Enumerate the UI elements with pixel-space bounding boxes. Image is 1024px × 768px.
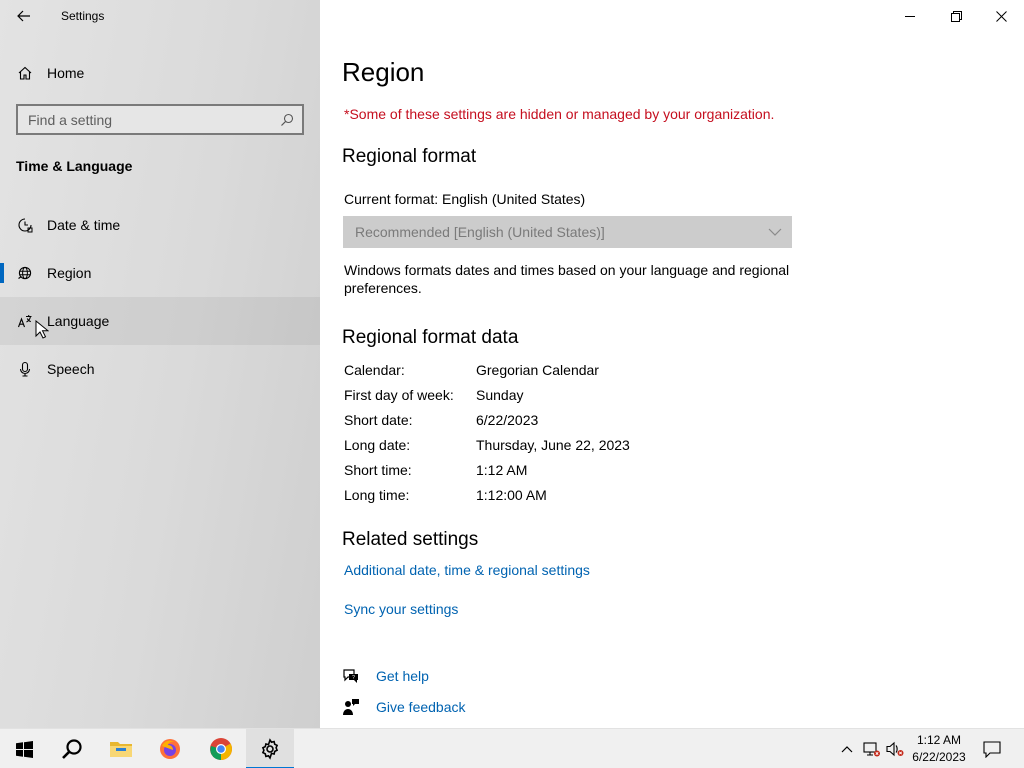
format-data-key: Long time: (344, 487, 410, 503)
regional-format-heading: Regional format (342, 146, 477, 167)
sidebar-item-label: Region (47, 265, 92, 281)
give-feedback-link[interactable]: Give feedback (342, 697, 542, 719)
home-icon (18, 66, 32, 80)
start-button[interactable] (0, 729, 48, 768)
format-data-row: Short time: 1:12 AM (344, 462, 744, 482)
help-chat-icon: ? (343, 669, 358, 683)
format-data-key: Short date: (344, 412, 413, 428)
format-data-value: Thursday, June 22, 2023 (476, 437, 630, 453)
taskbar-clock[interactable]: 1:12 AM 6/22/2023 (904, 732, 974, 766)
windows-start-icon (15, 740, 33, 758)
format-data-row: Calendar: Gregorian Calendar (344, 362, 744, 382)
get-help-link[interactable]: ? Get help (342, 666, 542, 688)
selected-indicator (0, 263, 4, 283)
sidebar-home[interactable]: Home (0, 56, 320, 90)
current-format-text: Current format: English (United States) (344, 191, 586, 207)
svg-text:?: ? (352, 675, 355, 681)
format-data-value: 1:12:00 AM (476, 487, 547, 503)
file-explorer-icon (110, 742, 132, 757)
sidebar-item-speech[interactable]: Speech (0, 345, 320, 393)
sidebar-item-date-time[interactable]: Date & time (0, 201, 320, 249)
chevron-up-icon (841, 746, 853, 753)
sidebar-item-region[interactable]: Region (0, 249, 320, 297)
taskbar-file-explorer[interactable] (97, 729, 145, 768)
format-data-key: Long date: (344, 437, 411, 453)
show-hidden-icons-button[interactable] (838, 729, 856, 768)
sidebar-home-label: Home (47, 65, 85, 81)
sidebar-section-title: Time & Language (16, 158, 133, 174)
clock-time: 1:12 AM (916, 733, 962, 747)
search-icon (62, 739, 82, 759)
regional-format-dropdown[interactable]: Recommended [English (United States)] (343, 216, 792, 248)
format-data-value: Sunday (476, 387, 524, 403)
network-button[interactable] (860, 729, 882, 768)
network-icon (863, 742, 880, 757)
language-icon (17, 315, 32, 328)
dropdown-value: Recommended [English (United States)] (355, 224, 605, 240)
related-settings-heading: Related settings (342, 529, 479, 550)
regional-format-data-heading: Regional format data (342, 327, 519, 348)
mouse-cursor-icon (35, 320, 49, 339)
get-help-label: Get help (376, 668, 429, 684)
chevron-down-icon (768, 228, 782, 236)
additional-settings-link[interactable]: Additional date, time & regional setting… (344, 562, 590, 578)
search-icon[interactable] (280, 113, 294, 127)
app-title: Settings (61, 9, 105, 23)
format-data-row: Long date: Thursday, June 22, 2023 (344, 437, 744, 457)
search-box[interactable] (16, 104, 304, 135)
globe-region-icon (18, 266, 32, 280)
microphone-icon (19, 361, 31, 377)
feedback-person-icon (343, 699, 359, 715)
back-arrow-icon (17, 10, 30, 22)
format-data-row: First day of week: Sunday (344, 387, 744, 407)
sidebar-item-label: Language (47, 313, 110, 329)
taskbar-chrome[interactable] (197, 729, 245, 768)
format-data-value: 6/22/2023 (476, 412, 539, 428)
search-input[interactable] (18, 106, 268, 133)
taskbar-search-button[interactable] (48, 729, 96, 768)
sync-settings-link[interactable]: Sync your settings (344, 601, 458, 617)
taskbar-settings[interactable] (246, 729, 294, 768)
format-data-value: 1:12 AM (476, 462, 528, 478)
format-data-key: Calendar: (344, 362, 405, 378)
page-title: Region (342, 57, 425, 87)
chrome-icon (210, 738, 232, 760)
region-page: Region *Some of these settings are hidde… (320, 0, 1024, 728)
notification-center-button[interactable] (978, 729, 1006, 768)
settings-gear-icon (261, 738, 279, 760)
format-data-value: Gregorian Calendar (476, 362, 599, 378)
notification-icon (983, 740, 1001, 758)
sidebar-item-label: Date & time (47, 217, 121, 233)
firefox-icon (160, 739, 180, 759)
volume-muted-icon (886, 741, 904, 757)
taskbar: 1:12 AM 6/22/2023 (0, 728, 1024, 768)
give-feedback-label: Give feedback (376, 699, 466, 715)
format-data-key: Short time: (344, 462, 412, 478)
sidebar-item-label: Speech (47, 361, 95, 377)
format-data-row: Long time: 1:12:00 AM (344, 487, 744, 507)
format-data-key: First day of week: (344, 387, 454, 403)
managed-notice: *Some of these settings are hidden or ma… (344, 106, 775, 122)
taskbar-firefox[interactable] (146, 729, 194, 768)
back-button[interactable] (10, 4, 38, 28)
settings-sidebar: Settings Home Time & Language Date & tim… (0, 0, 320, 728)
date-time-icon (18, 218, 33, 233)
volume-button[interactable] (884, 729, 906, 768)
format-description: Windows formats dates and times based on… (344, 262, 790, 296)
clock-date: 6/22/2023 (912, 750, 966, 764)
format-data-row: Short date: 6/22/2023 (344, 412, 744, 432)
